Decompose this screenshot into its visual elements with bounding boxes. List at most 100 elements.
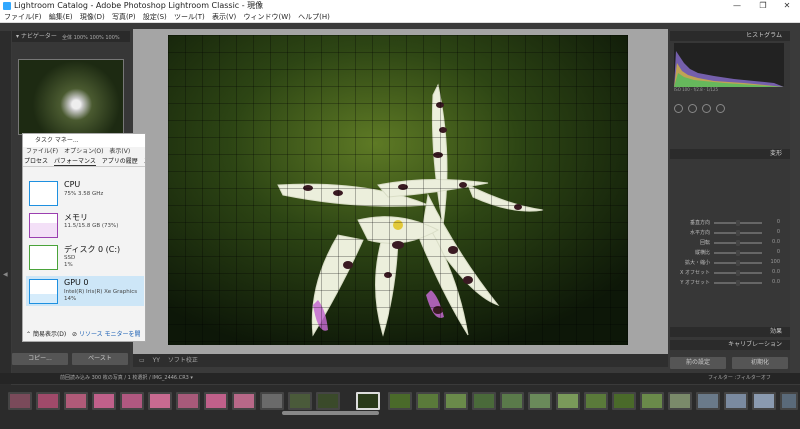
effects-header[interactable]: 効果 — [670, 327, 790, 337]
redeye-tool-icon[interactable] — [702, 103, 711, 113]
slider-track[interactable] — [714, 240, 762, 246]
menu-edit[interactable]: 編集(E) — [49, 13, 73, 21]
slider-track[interactable] — [714, 270, 762, 276]
filmstrip-thumb[interactable] — [444, 392, 468, 410]
filmstrip-thumb[interactable] — [260, 392, 284, 410]
tm-menu-file[interactable]: ファイル(F) — [26, 148, 58, 155]
menu-photo[interactable]: 写真(P) — [112, 13, 136, 21]
slider-x-offset[interactable]: X オフセット 0.0 — [678, 269, 780, 277]
filmstrip-thumb[interactable] — [612, 392, 636, 410]
softproof-label[interactable]: ソフト校正 — [168, 357, 198, 364]
filmstrip-thumb[interactable] — [668, 392, 692, 410]
filmstrip-thumb[interactable] — [8, 392, 32, 410]
filmstrip-thumb[interactable] — [36, 392, 60, 410]
filmstrip-thumb[interactable] — [388, 392, 412, 410]
slider-track[interactable] — [714, 260, 762, 266]
slider-thumb[interactable] — [736, 280, 740, 286]
resource-monitor-link[interactable]: リソース モニターを開 — [79, 331, 141, 338]
slider-aspect[interactable]: 縦横比 0 — [678, 249, 780, 257]
filmstrip-thumb[interactable] — [416, 392, 440, 410]
menu-settings[interactable]: 設定(S) — [143, 13, 167, 21]
navigator-header[interactable]: ▾ ナビゲーター 全体 100% 100% 100% — [12, 31, 130, 42]
slider-vertical[interactable]: 垂直方向 0 — [678, 219, 780, 227]
menu-develop[interactable]: 現像(D) — [80, 13, 105, 21]
menu-window[interactable]: ウィンドウ(W) — [244, 13, 291, 21]
slider-value[interactable]: 100 — [766, 259, 780, 265]
filmstrip-scrollbar[interactable] — [282, 411, 379, 415]
close-button[interactable]: ✕ — [774, 0, 800, 12]
menu-view[interactable]: 表示(V) — [212, 13, 236, 21]
mask-tool-icon[interactable] — [716, 103, 725, 113]
perf-memory[interactable]: メモリ 11.5/15.8 GB (73%) — [26, 210, 144, 240]
filmstrip-thumb[interactable] — [696, 392, 720, 410]
tab-performance[interactable]: パフォーマンス — [53, 158, 96, 166]
filmstrip-thumb[interactable] — [120, 392, 144, 410]
view-mode-icon[interactable]: ▭ — [139, 357, 145, 364]
menu-help[interactable]: ヘルプ(H) — [298, 13, 330, 21]
panel-toggle-icon[interactable]: ◀ — [3, 271, 8, 278]
reset-button[interactable]: 初期化 — [732, 357, 788, 369]
menu-tools[interactable]: ツール(T) — [174, 13, 205, 21]
filmstrip-thumb-selected[interactable] — [356, 392, 380, 410]
maximize-button[interactable]: ❐ — [750, 0, 776, 12]
slider-thumb[interactable] — [736, 240, 740, 246]
tab-processes[interactable]: プロセス — [24, 158, 48, 165]
filmstrip-info[interactable]: 前回読み込み 300 枚の写真 / 1 枚選択 / IMG_2446.CR3 ▾ — [60, 373, 193, 384]
navigator-preview[interactable] — [18, 59, 124, 135]
resource-monitor-icon[interactable]: ⊘ — [72, 331, 77, 338]
collapse-icon[interactable]: ⌃ — [26, 331, 31, 338]
perf-cpu[interactable]: CPU 75% 3.58 GHz — [26, 178, 144, 208]
filmstrip-thumb[interactable] — [640, 392, 664, 410]
filmstrip-thumb[interactable] — [232, 392, 256, 410]
slider-thumb[interactable] — [736, 250, 740, 256]
slider-rotate[interactable]: 回転 0.0 — [678, 239, 780, 247]
filmstrip-thumb[interactable] — [64, 392, 88, 410]
slider-thumb[interactable] — [736, 260, 740, 266]
copy-button[interactable]: コピー... — [12, 353, 68, 365]
previous-settings-button[interactable]: 前の設定 — [670, 357, 726, 369]
tm-menu-view[interactable]: 表示(V) — [109, 148, 130, 155]
tm-menu-options[interactable]: オプション(O) — [64, 148, 103, 155]
slider-track[interactable] — [714, 220, 762, 226]
slider-value[interactable]: 0 — [766, 229, 780, 235]
filmstrip-thumb[interactable] — [176, 392, 200, 410]
slider-track[interactable] — [714, 230, 762, 236]
photo-preview[interactable] — [168, 35, 628, 345]
slider-value[interactable]: 0.0 — [766, 279, 780, 285]
transform-header[interactable]: 変形 — [670, 149, 790, 159]
histogram-header[interactable]: ヒストグラム — [670, 31, 790, 41]
filmstrip-thumb[interactable] — [472, 392, 496, 410]
filmstrip-thumb[interactable] — [288, 392, 312, 410]
slider-value[interactable]: 0.0 — [766, 269, 780, 275]
slider-thumb[interactable] — [736, 220, 740, 226]
filmstrip-thumb[interactable] — [316, 392, 340, 410]
slider-track[interactable] — [714, 280, 762, 286]
perf-disk[interactable]: ディスク 0 (C:) SSD 1% — [26, 242, 144, 272]
slider-value[interactable]: 0.0 — [766, 239, 780, 245]
slider-value[interactable]: 0 — [766, 249, 780, 255]
compare-icon[interactable]: YY — [153, 357, 160, 364]
minimize-button[interactable]: — — [724, 0, 750, 12]
slider-y-offset[interactable]: Y オフセット 0.0 — [678, 279, 780, 287]
filmstrip-thumb[interactable] — [500, 392, 524, 410]
fewer-details-link[interactable]: 簡易表示(D) — [33, 331, 66, 338]
filmstrip-thumb[interactable] — [92, 392, 116, 410]
slider-value[interactable]: 0 — [766, 219, 780, 225]
filmstrip-thumb[interactable] — [752, 392, 776, 410]
tab-app-history[interactable]: アプリの履歴 — [102, 158, 138, 165]
slider-horizontal[interactable]: 水平方向 0 — [678, 229, 780, 237]
filmstrip-thumb[interactable] — [148, 392, 172, 410]
spot-tool-icon[interactable] — [688, 103, 697, 113]
filmstrip-thumb[interactable] — [780, 392, 798, 410]
menu-file[interactable]: ファイル(F) — [4, 13, 42, 21]
filmstrip-thumb[interactable] — [528, 392, 552, 410]
slider-thumb[interactable] — [736, 230, 740, 236]
filmstrip-thumb[interactable] — [724, 392, 748, 410]
filmstrip-thumb[interactable] — [584, 392, 608, 410]
filter-select[interactable]: フィルターオフ — [736, 373, 771, 384]
tab-startup[interactable]: スタ — [144, 158, 145, 165]
filmstrip-thumb[interactable] — [204, 392, 228, 410]
calibration-header[interactable]: キャリブレーション — [670, 340, 790, 350]
slider-track[interactable] — [714, 250, 762, 256]
zoom-options[interactable]: 全体 100% 100% 100% — [62, 33, 120, 44]
